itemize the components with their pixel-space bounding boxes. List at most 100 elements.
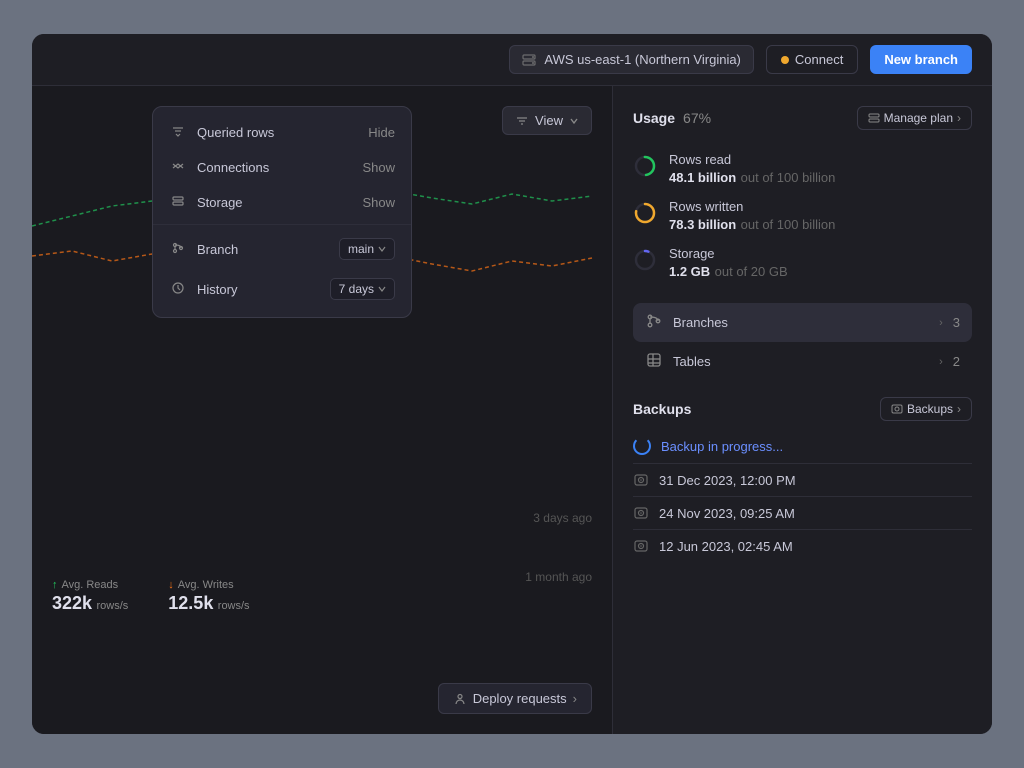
rows-written-text: Rows written 78.3 billion out of 100 bil… [669,199,835,234]
view-button-wrapper: View [502,106,592,135]
left-panel: View [32,86,612,734]
tables-label: Tables [673,354,929,369]
timeline-item-1: 1 month ago [525,570,592,584]
connect-button[interactable]: Connect [766,45,858,74]
backups-section: Backups Backups › Backup in progress... [633,397,972,562]
rows-read-progress [633,154,657,178]
backups-header: Backups Backups › [633,397,972,421]
queried-rows-label: Queried rows [197,125,274,140]
branch-select-value: main [348,242,374,256]
branches-label: Branches [673,315,929,330]
dropdown-row-history[interactable]: History 7 days [153,269,411,309]
dropdown-row-storage[interactable]: Storage Show [153,185,411,220]
new-branch-button[interactable]: New branch [870,45,972,74]
branch-select[interactable]: main [339,238,395,260]
storage-name: Storage [669,246,788,261]
rows-written-limit: out of 100 billion [741,217,836,232]
branch-nav-icon [645,313,663,332]
backup-spinner [633,437,651,455]
storage-value: 1.2 GB [669,264,710,279]
dropdown-row-branch[interactable]: Branch main [153,229,411,269]
branch-icon [169,241,187,258]
person-icon [453,692,467,706]
metric-storage: Storage 1.2 GB out of 20 GB [633,240,972,287]
backup-item-icon-1 [633,505,649,521]
region-label: AWS us-east-1 (Northern Virginia) [544,52,741,67]
connections-icon [169,159,187,176]
tables-chevron: › [939,356,943,368]
server-icon [522,53,536,67]
nav-branches[interactable]: Branches › 3 [633,303,972,342]
new-branch-label: New branch [884,52,958,67]
storage-limit: out of 20 GB [715,264,788,279]
connections-action: Show [362,160,395,175]
avg-writes-unit: rows/s [218,600,250,612]
rows-read-text: Rows read 48.1 billion out of 100 billio… [669,152,835,187]
sort-icon [169,124,187,141]
usage-header: Usage 67% Manage plan › [633,106,972,130]
rows-read-value: 48.1 billion [669,170,736,185]
tables-count: 2 [953,354,960,369]
deploy-requests-button[interactable]: Deploy requests › [438,683,592,714]
history-icon [169,281,187,298]
deploy-chevron: › [573,691,577,706]
rows-read-limit: out of 100 billion [741,170,836,185]
avg-reads-value: 322k [52,593,92,613]
backup-item-label-0: 31 Dec 2023, 12:00 PM [659,473,796,488]
dropdown-row-queried-rows[interactable]: Queried rows Hide [153,115,411,150]
dropdown-menu: Queried rows Hide Connections [152,106,412,318]
history-chevron-icon [378,285,386,293]
rows-written-name: Rows written [669,199,835,214]
storage-progress [633,248,657,272]
stats-area: ↑ Avg. Reads 322k rows/s ↓ Avg. Writes 1… [52,579,250,614]
metrics-list: Rows read 48.1 billion out of 100 billio… [633,146,972,287]
backup-btn-icon [891,403,903,415]
branches-count: 3 [953,315,960,330]
backup-item-0[interactable]: 31 Dec 2023, 12:00 PM [633,464,972,497]
timeline: 3 days ago 1 month ago [525,511,592,584]
backups-chevron: › [957,402,961,416]
region-button[interactable]: AWS us-east-1 (Northern Virginia) [509,45,754,74]
storage-label: Storage [197,195,243,210]
view-label: View [535,113,563,128]
branch-chevron-icon [378,245,386,253]
main-content: View [32,86,992,734]
metric-rows-written: Rows written 78.3 billion out of 100 bil… [633,193,972,240]
manage-plan-chevron: › [957,111,961,125]
connections-label: Connections [197,160,269,175]
storage-text: Storage 1.2 GB out of 20 GB [669,246,788,281]
divider-1 [153,224,411,225]
filter-icon [515,114,529,128]
storage-icon [169,194,187,211]
history-select-value: 7 days [339,282,374,296]
rows-written-progress [633,201,657,225]
queried-rows-action: Hide [368,125,395,140]
down-arrow-icon: ↓ [168,579,174,591]
backup-item-1[interactable]: 24 Nov 2023, 09:25 AM [633,497,972,530]
right-panel: Usage 67% Manage plan › [612,86,992,734]
branch-label: Branch [197,242,238,257]
plan-icon [868,112,880,124]
history-select[interactable]: 7 days [330,278,395,300]
nav-tables[interactable]: Tables › 2 [633,342,972,381]
avg-reads-stat: ↑ Avg. Reads 322k rows/s [52,579,128,614]
backup-item-label-2: 12 Jun 2023, 02:45 AM [659,539,793,554]
backup-in-progress-row: Backup in progress... [633,429,972,464]
rows-read-name: Rows read [669,152,835,167]
backups-button[interactable]: Backups › [880,397,972,421]
manage-plan-label: Manage plan [884,111,953,125]
usage-percentage: 67% [683,110,711,126]
branches-chevron: › [939,317,943,329]
tables-nav-icon [645,352,663,371]
main-window: AWS us-east-1 (Northern Virginia) Connec… [32,34,992,734]
connect-dot [781,56,789,64]
avg-writes-value: 12.5k [168,593,213,613]
dropdown-row-connections[interactable]: Connections Show [153,150,411,185]
backup-item-2[interactable]: 12 Jun 2023, 02:45 AM [633,530,972,562]
chevron-down-icon [569,116,579,126]
backup-item-icon-0 [633,472,649,488]
timeline-item-0: 3 days ago [533,511,592,525]
header: AWS us-east-1 (Northern Virginia) Connec… [32,34,992,86]
view-button[interactable]: View [502,106,592,135]
manage-plan-button[interactable]: Manage plan › [857,106,972,130]
